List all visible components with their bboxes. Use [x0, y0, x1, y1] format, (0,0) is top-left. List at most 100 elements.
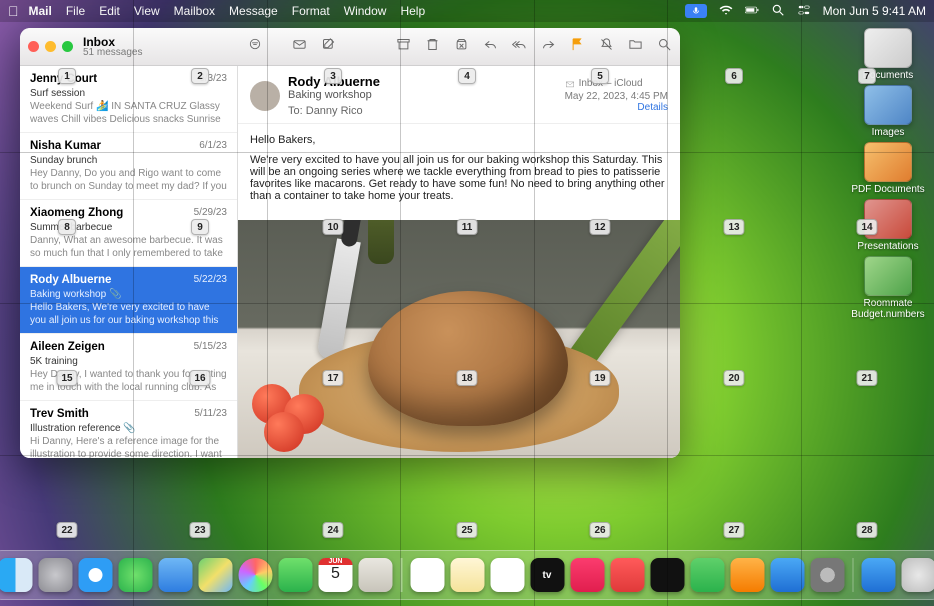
dock-reminders[interactable] [410, 558, 444, 592]
dock-tv[interactable]: tv [530, 558, 564, 592]
message-preview: Hey Danny, Do you and Rigo want to come … [30, 167, 227, 191]
menu-edit[interactable]: Edit [99, 4, 120, 18]
attachment-image [238, 220, 680, 458]
desktop-item-label: PDF Documents [851, 184, 924, 195]
compose-icon[interactable] [321, 37, 336, 57]
bottle-shape [368, 220, 394, 264]
mute-icon[interactable] [599, 37, 614, 57]
tomato-shape [264, 412, 304, 452]
dock-finder[interactable] [0, 558, 33, 592]
dock-trash[interactable] [902, 558, 934, 592]
message-subject: Surf session [30, 87, 227, 100]
dock-contacts[interactable] [359, 558, 393, 592]
dock-notes[interactable] [450, 558, 484, 592]
dock-appstore[interactable] [770, 558, 804, 592]
desktop-item-pdf[interactable]: PDF Documents [851, 142, 924, 195]
dock-downloads[interactable] [862, 558, 896, 592]
message-sender: Rody Albuerne [30, 273, 111, 288]
menu-view[interactable]: View [134, 4, 160, 18]
grid-cell-number: 26 [589, 522, 610, 538]
desktop-item-presentations[interactable]: Presentations [857, 199, 918, 252]
avatar [250, 81, 280, 111]
menu-format[interactable]: Format [292, 4, 330, 18]
reply-icon[interactable] [483, 37, 498, 57]
message-subject: Illustration reference 📎 [30, 422, 227, 435]
message-row[interactable]: Nisha Kumar 6/1/23Sunday brunchHey Danny,… [20, 133, 237, 200]
battery-icon[interactable] [745, 3, 759, 20]
message-sender: Aileen Zeigen [30, 340, 105, 355]
dock-freeform[interactable] [490, 558, 524, 592]
dock: JUN5 tv [0, 550, 934, 600]
dock-maps[interactable] [199, 558, 233, 592]
message-row[interactable]: Xiaomeng Zhong5/29/23Summer barbecueDann… [20, 200, 237, 267]
reader-to-label: To: [288, 105, 303, 117]
trash-icon[interactable] [425, 37, 440, 57]
grid-cell-number: 28 [856, 522, 877, 538]
dock-stocks[interactable] [650, 558, 684, 592]
dock-launchpad[interactable] [39, 558, 73, 592]
menubar-clock[interactable]: Mon Jun 5 9:41 AM [823, 4, 926, 18]
menu-message[interactable]: Message [229, 4, 278, 18]
reader-paragraph: We're very excited to have you all join … [250, 154, 668, 202]
zoom-window-button[interactable] [62, 41, 73, 52]
reply-all-icon[interactable] [512, 37, 527, 57]
calendar-month: JUN [319, 558, 353, 565]
dock-mail[interactable] [159, 558, 193, 592]
forward-icon[interactable] [541, 37, 556, 57]
menu-help[interactable]: Help [400, 4, 425, 18]
menubar-app[interactable]: Mail [29, 4, 52, 18]
grid-cell-number: 23 [189, 522, 210, 538]
mail-window: Inbox 51 messages Jenny Co [20, 28, 680, 458]
message-row[interactable]: Trev Smith5/11/23Illustration reference … [20, 401, 237, 458]
dock-calendar[interactable]: JUN5 [319, 558, 353, 592]
dock-safari[interactable] [79, 558, 113, 592]
close-window-button[interactable] [28, 41, 39, 52]
minimize-window-button[interactable] [45, 41, 56, 52]
details-link[interactable]: Details [565, 102, 668, 113]
menu-mailbox[interactable]: Mailbox [174, 4, 215, 18]
desktop-stacks: Documents Images PDF Documents Presentat… [850, 28, 926, 320]
menu-file[interactable]: File [66, 4, 85, 18]
mic-indicator-icon[interactable] [685, 4, 707, 18]
message-row[interactable]: Aileen Zeigen5/15/235K trainingHey Danny… [20, 334, 237, 401]
desktop-item-roommate-budget[interactable]: Roommate Budget.numbers [850, 256, 926, 320]
search-icon[interactable] [771, 3, 785, 20]
junk-icon[interactable] [454, 37, 469, 57]
grid-cell-number: 25 [456, 522, 477, 538]
message-row[interactable]: Jenny Court6/3/23Surf sessionWeekend Sur… [20, 66, 237, 133]
control-center-icon[interactable] [797, 3, 811, 20]
reader-greeting: Hello Bakers, [250, 134, 668, 146]
message-date: 5/15/23 [194, 340, 227, 355]
message-sender: Jenny Court [30, 72, 97, 87]
desktop-item-documents[interactable]: Documents [863, 28, 914, 81]
apple-menu[interactable]:  [8, 3, 19, 19]
menu-window[interactable]: Window [344, 4, 387, 18]
message-preview: Hello Bakers, We're very excited to have… [30, 301, 227, 325]
message-list[interactable]: Jenny Court6/3/23Surf sessionWeekend Sur… [20, 66, 238, 458]
flag-icon[interactable] [570, 37, 585, 57]
dock-numbers[interactable] [690, 558, 724, 592]
get-mail-icon[interactable] [292, 37, 307, 57]
dock-messages[interactable] [119, 558, 153, 592]
reader-from: Rody Albuerne [288, 74, 380, 89]
dock-facetime[interactable] [279, 558, 313, 592]
desktop-item-images[interactable]: Images [864, 85, 912, 138]
message-sender: Nisha Kumar [30, 139, 101, 154]
desktop-item-label: Roommate Budget.numbers [850, 298, 926, 320]
dock-pages[interactable] [730, 558, 764, 592]
message-date: 6/1/23 [199, 139, 227, 154]
dock-news[interactable] [610, 558, 644, 592]
filter-icon[interactable] [248, 37, 262, 56]
message-row[interactable]: Rody Albuerne5/22/23Baking workshop 📎Hel… [20, 267, 237, 334]
inbox-subtitle: 51 messages [83, 48, 142, 58]
move-icon[interactable] [628, 37, 643, 57]
grid-cell-number: 27 [723, 522, 744, 538]
search-mail-icon[interactable] [657, 37, 672, 57]
message-subject: Sunday brunch [30, 154, 227, 167]
wifi-icon[interactable] [719, 3, 733, 20]
archive-icon[interactable] [396, 37, 411, 57]
dock-photos[interactable] [239, 558, 273, 592]
knife-shape [314, 220, 371, 361]
dock-settings[interactable] [810, 558, 844, 592]
dock-music[interactable] [570, 558, 604, 592]
